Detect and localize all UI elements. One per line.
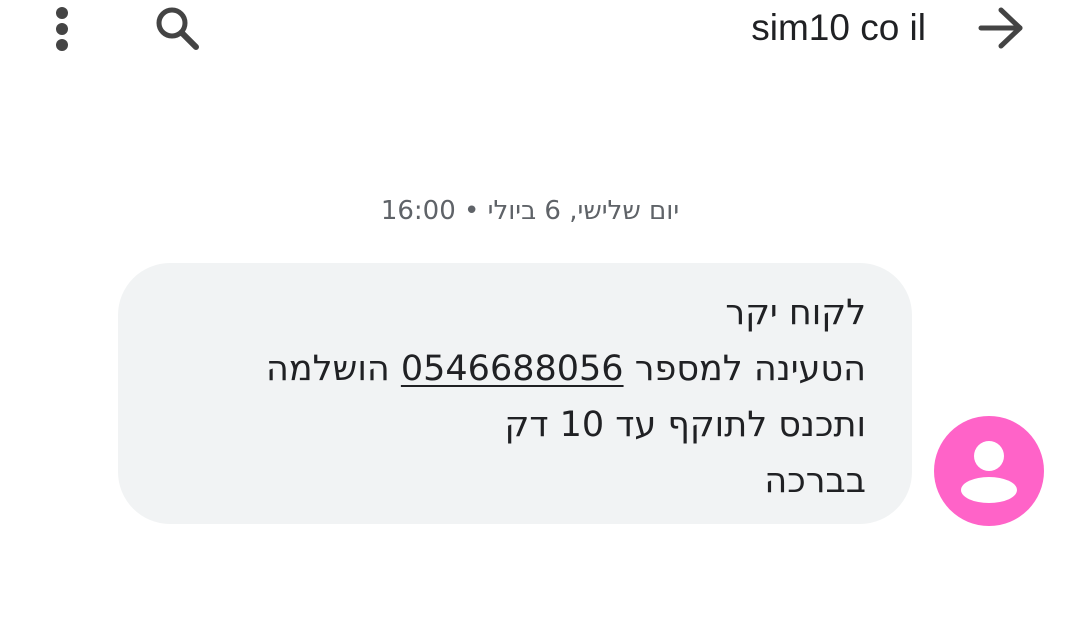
back-button[interactable] xyxy=(972,2,1032,54)
sender-avatar[interactable] xyxy=(934,416,1044,526)
message-timestamp: יום שלישי, 6 ביולי • 16:00 xyxy=(380,196,680,226)
search-icon xyxy=(156,7,199,50)
message-closing: בברכה xyxy=(764,461,866,501)
message-line-2-prefix: הטעינה למספר xyxy=(634,349,866,389)
message-line-2: הטעינה למספר 0546688056 הושלמה xyxy=(166,341,866,397)
more-vertical-icon xyxy=(56,7,68,51)
message-greeting: לקוח יקר xyxy=(725,293,866,333)
message-text: לקוח יקר הטעינה למספר 0546688056 הושלמה … xyxy=(166,285,866,509)
phone-number-link[interactable]: 0546688056 xyxy=(401,349,624,389)
message-line-2-suffix: הושלמה xyxy=(266,349,390,389)
search-button[interactable] xyxy=(148,2,206,54)
message-line-3: ותכנס לתוקף עד 10 דק xyxy=(504,405,866,445)
conversation-header: sim10 co il xyxy=(0,0,1066,64)
person-icon xyxy=(934,416,1044,526)
conversation-title: sim10 co il xyxy=(751,7,926,48)
arrow-forward-icon xyxy=(978,7,1023,49)
more-options-button[interactable] xyxy=(40,2,84,54)
message-bubble[interactable]: לקוח יקר הטעינה למספר 0546688056 הושלמה … xyxy=(118,263,912,524)
